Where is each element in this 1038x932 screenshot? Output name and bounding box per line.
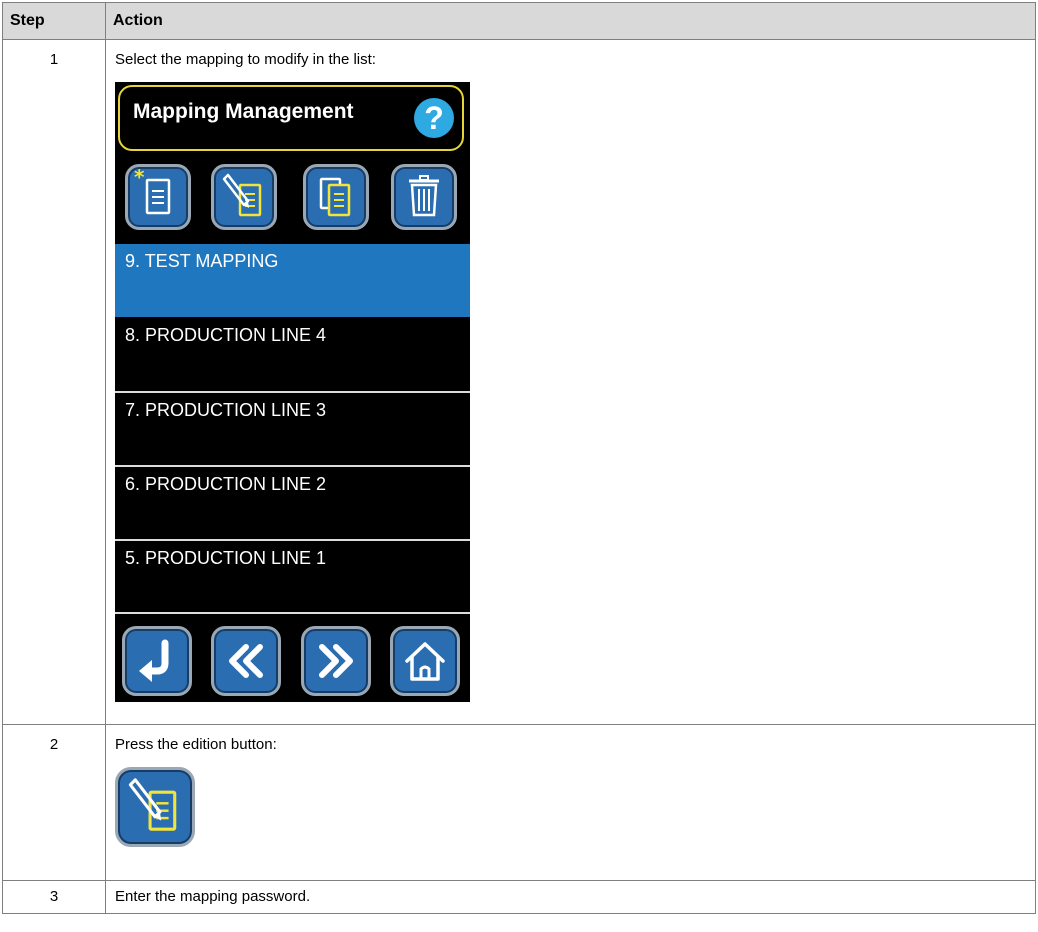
table-row: 1 Select the mapping to modify in the li… [2,39,1036,725]
delete-mapping-button[interactable] [391,164,457,230]
back-icon [139,639,169,682]
step-number: 2 [2,724,106,881]
step-number: 3 [2,880,106,914]
edit-mapping-icon [128,778,177,831]
step-instruction: Press the edition button: [115,736,277,753]
page-next-icon [319,644,353,678]
screen-title: Mapping Management [133,100,354,123]
page-previous-icon [229,644,263,678]
procedure-table: Step Action 1 Select the mapping to modi… [2,2,1036,914]
help-icon[interactable]: ? [414,98,454,138]
edition-button[interactable] [115,767,195,847]
copy-mapping-button[interactable] [303,164,369,230]
home-icon [405,642,445,681]
list-item-production-line-1[interactable]: 5. PRODUCTION LINE 1 [115,541,470,614]
list-item-production-line-3[interactable]: 7. PRODUCTION LINE 3 [115,393,470,466]
step-instruction: Select the mapping to modify in the list… [115,51,376,68]
edit-mapping-button[interactable] [211,164,277,230]
new-mapping-button[interactable]: * [125,164,191,230]
table-row: 2 Press the edition button: [2,724,1036,881]
svg-text:*: * [134,167,145,189]
table-row: 3 Enter the mapping password. [2,880,1036,914]
new-mapping-icon: * [134,167,171,215]
page-next-button[interactable] [301,626,371,696]
mapping-management-screen: Mapping Management ? * 9. TEST MAPPING 8… [115,82,470,702]
header-action: Action [105,2,1036,40]
edit-mapping-icon [222,173,262,217]
list-item-production-line-2[interactable]: 6. PRODUCTION LINE 2 [115,467,470,540]
step-action: Select the mapping to modify in the list… [105,39,1036,725]
home-button[interactable] [390,626,460,696]
step-instruction: Enter the mapping password. [115,888,311,905]
copy-mapping-icon [319,177,351,217]
back-button[interactable] [122,626,192,696]
step-number: 1 [2,39,106,725]
delete-mapping-icon [409,175,439,217]
list-item-production-line-4[interactable]: 8. PRODUCTION LINE 4 [115,318,470,391]
step-action: Press the edition button: [105,724,1036,881]
header-step: Step [2,2,106,40]
list-item-test-mapping[interactable]: 9. TEST MAPPING [115,244,470,317]
page-previous-button[interactable] [211,626,281,696]
list-divider [115,612,470,614]
title-bar: Mapping Management ? [118,85,464,151]
step-action: Enter the mapping password. [105,880,1036,914]
